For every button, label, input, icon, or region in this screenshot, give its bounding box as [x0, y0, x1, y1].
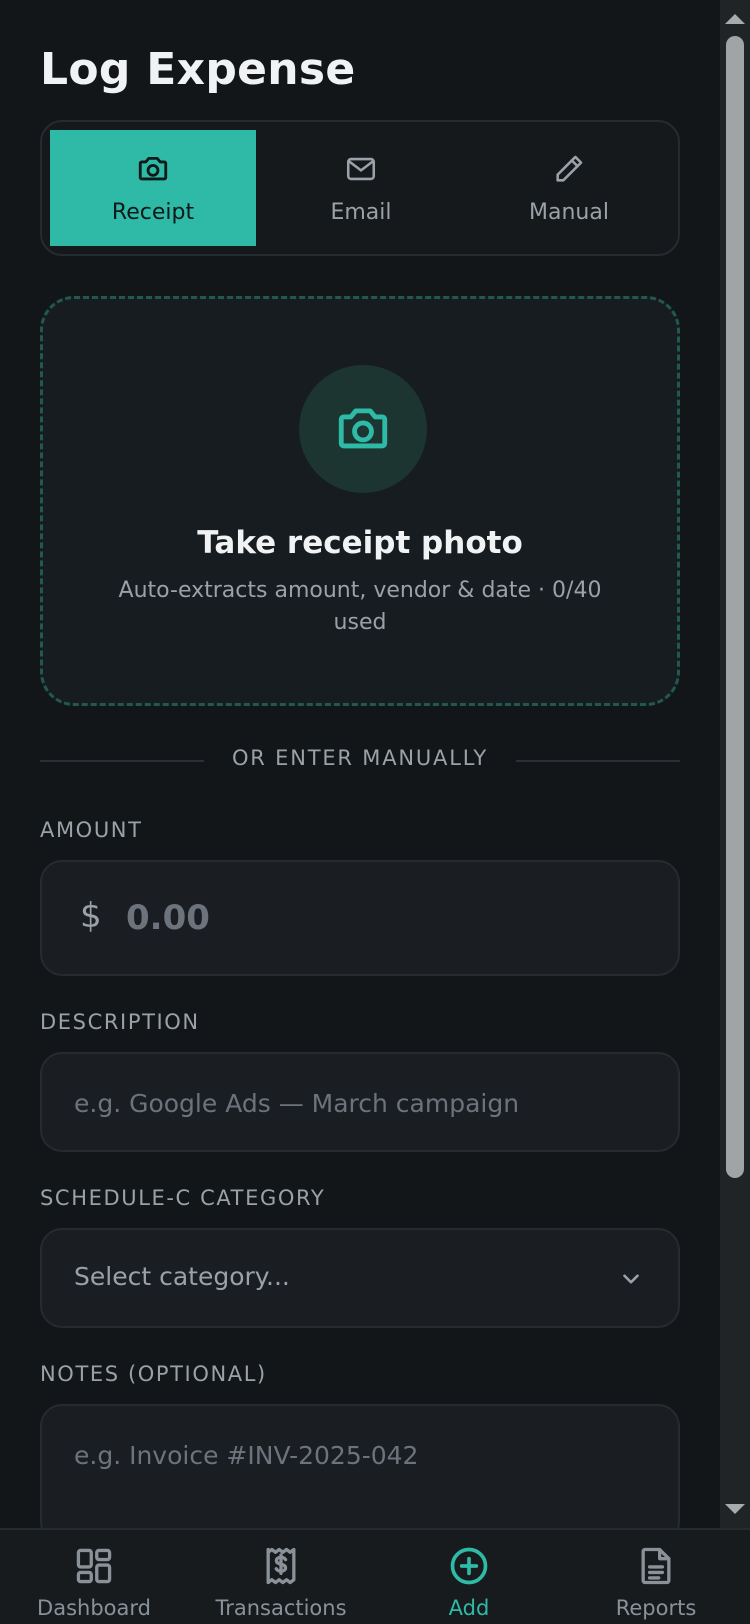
amount-label: AMOUNT [40, 818, 143, 842]
nav-reports[interactable]: Reports [562, 1530, 750, 1624]
page-title: Log Expense [40, 44, 356, 95]
nav-dashboard-label: Dashboard [37, 1596, 151, 1620]
grid-icon [76, 1548, 112, 1584]
scroll-up-arrow[interactable] [725, 14, 745, 24]
camera-icon [138, 156, 168, 180]
pencil-icon [556, 155, 583, 182]
divider-line-right [516, 760, 680, 762]
category-select[interactable]: Select category... [40, 1228, 680, 1328]
dropzone-title: Take receipt photo [197, 525, 523, 561]
nav-add[interactable]: Add [375, 1530, 563, 1624]
description-field[interactable] [40, 1052, 680, 1152]
chevron-down-icon [623, 1274, 639, 1284]
document-icon [641, 1547, 671, 1585]
nav-reports-label: Reports [615, 1596, 697, 1620]
tab-receipt[interactable]: Receipt [50, 130, 256, 246]
receipt-icon [266, 1547, 296, 1585]
amount-field[interactable]: $ [40, 860, 680, 976]
description-input[interactable] [74, 1080, 634, 1126]
bottom-nav: Dashboard Transactions Add Reports [0, 1528, 750, 1624]
tab-manual-label: Manual [529, 199, 609, 225]
description-label: DESCRIPTION [40, 1010, 200, 1034]
scrollbar[interactable] [720, 0, 750, 1528]
camera-icon [338, 408, 388, 449]
scroll-down-arrow[interactable] [725, 1504, 745, 1514]
tab-receipt-label: Receipt [111, 199, 195, 225]
divider-line-left [40, 760, 204, 762]
notes-label: NOTES (OPTIONAL) [40, 1362, 267, 1386]
tab-email-label: Email [330, 199, 392, 225]
notes-field[interactable] [40, 1404, 680, 1528]
amount-input[interactable] [126, 890, 626, 946]
currency-symbol: $ [80, 896, 102, 936]
nav-transactions[interactable]: Transactions [187, 1530, 375, 1624]
mail-icon [346, 157, 376, 180]
entry-mode-tabs: Receipt Email Manual [40, 120, 680, 256]
notes-input[interactable] [74, 1432, 634, 1478]
camera-button[interactable] [299, 365, 427, 493]
category-select-value: Select category... [74, 1262, 290, 1291]
nav-add-label: Add [448, 1596, 490, 1620]
dropzone-subtitle: Auto-extracts amount, vendor & date · 0/… [118, 578, 602, 635]
tab-email[interactable]: Email [258, 130, 464, 246]
nav-dashboard[interactable]: Dashboard [0, 1530, 188, 1624]
divider-label: OR ENTER MANUALLY [231, 746, 489, 770]
category-label: SCHEDULE-C CATEGORY [40, 1186, 326, 1210]
app-root: Log Expense Receipt Email Manual Take re… [0, 0, 750, 1624]
nav-transactions-label: Transactions [215, 1596, 347, 1620]
tab-manual[interactable]: Manual [466, 130, 672, 246]
plus-circle-icon [450, 1547, 488, 1585]
scroll-content: Log Expense Receipt Email Manual Take re… [0, 0, 720, 1528]
scrollbar-thumb[interactable] [726, 36, 744, 1178]
receipt-photo-dropzone[interactable]: Take receipt photo Auto-extracts amount,… [40, 296, 680, 706]
